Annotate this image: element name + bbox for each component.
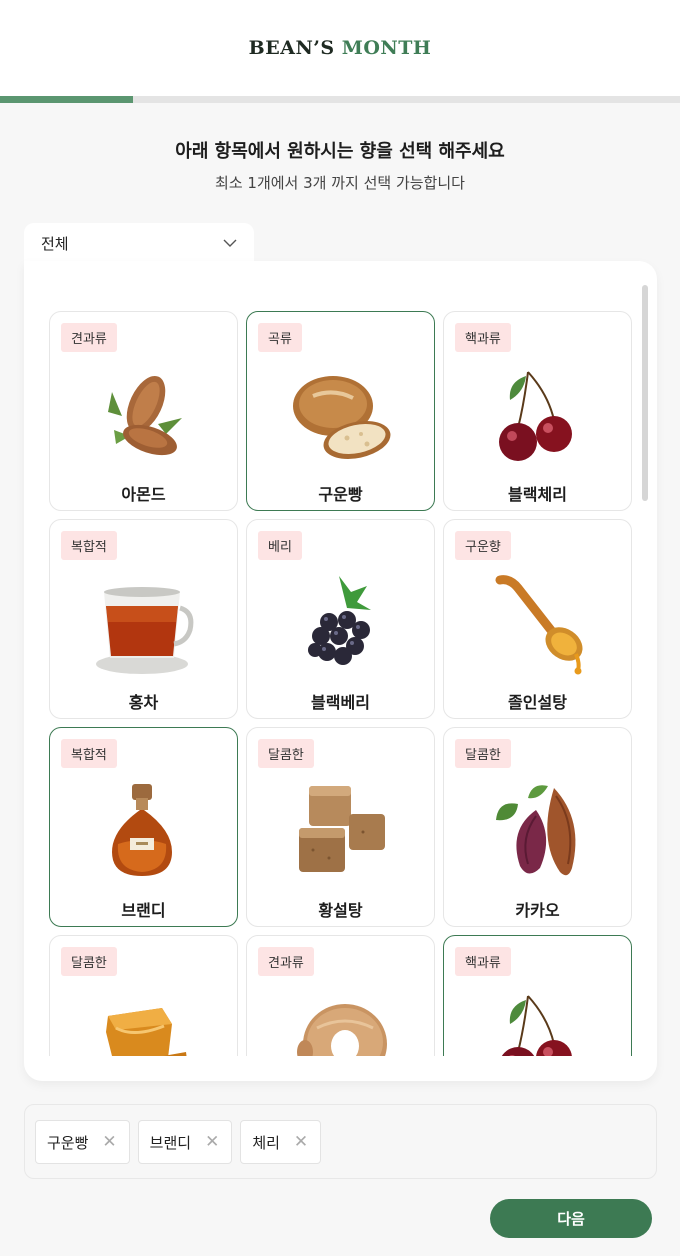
aroma-card[interactable]: 곡류구운빵 (246, 311, 435, 511)
brandy-icon (94, 780, 194, 884)
aroma-card-name: 브랜디 (121, 901, 166, 920)
remove-chip-icon[interactable]: ✕ (205, 1133, 219, 1151)
aroma-card-name: 블랙베리 (311, 693, 370, 712)
aroma-card[interactable]: 핵과류블랙체리 (443, 311, 632, 511)
category-filter-value: 전체 (41, 235, 69, 253)
logo-text-primary: BEAN’S (248, 37, 335, 59)
cherry-icon (488, 988, 588, 1056)
aroma-card-panel: 견과류 아몬드 곡류 구운빵 핵과류 블랙체리 복합적 홍차 베리 블랙베리 구운향 졸인설탕 복합적 브… (24, 261, 657, 1081)
aroma-card[interactable]: 달콤한황설탕 (246, 727, 435, 927)
cacao-icon (488, 780, 588, 884)
selected-aroma-label: 체리 (252, 1133, 280, 1152)
blackberry-icon (291, 572, 391, 676)
aroma-card-name: 아몬드 (121, 485, 166, 504)
aroma-card-name: 구운빵 (318, 485, 363, 504)
cherry-icon (488, 364, 588, 468)
aroma-category-tag: 구운향 (455, 531, 511, 560)
aroma-card-name: 졸인설탕 (508, 693, 567, 712)
remove-chip-icon[interactable]: ✕ (102, 1133, 116, 1151)
remove-chip-icon[interactable]: ✕ (294, 1133, 308, 1151)
brand-logo[interactable]: BEAN’S MONTH (249, 37, 432, 59)
brown-sugar-icon (291, 780, 391, 884)
selected-aroma-label: 브랜디 (149, 1133, 192, 1152)
aroma-category-tag: 복합적 (61, 739, 117, 768)
aroma-card[interactable]: 견과류베이글 (246, 935, 435, 1056)
panel-scrollbar[interactable] (642, 285, 648, 501)
aroma-card-name: 카카오 (515, 901, 560, 920)
logo-text-accent: MONTH (341, 37, 432, 59)
aroma-card-name: 블랙체리 (508, 485, 567, 504)
bagel-icon (291, 988, 391, 1056)
chevron-down-icon (223, 239, 237, 247)
aroma-card[interactable]: 베리블랙베리 (246, 519, 435, 719)
aroma-card[interactable]: 핵과류체리 (443, 935, 632, 1056)
bread-icon (291, 364, 391, 468)
aroma-category-tag: 달콤한 (258, 739, 314, 768)
aroma-card[interactable]: 복합적브랜디 (49, 727, 238, 927)
aroma-category-tag: 견과류 (61, 323, 117, 352)
aroma-category-tag: 복합적 (61, 531, 117, 560)
tea-icon (94, 572, 194, 676)
step-progress-bar (0, 96, 680, 103)
selected-aroma-label: 구운빵 (47, 1133, 89, 1152)
aroma-card[interactable]: 견과류아몬드 (49, 311, 238, 511)
aroma-card-grid: 견과류 아몬드 곡류 구운빵 핵과류 블랙체리 복합적 홍차 베리 블랙베리 구운향 졸인설탕 복합적 브… (49, 311, 632, 1056)
almond-icon (94, 364, 194, 468)
caramel-icon (94, 988, 194, 1056)
aroma-category-tag: 핵과류 (455, 947, 511, 976)
selected-aroma-list: 구운빵 ✕ 브랜디 ✕ 체리 ✕ (24, 1104, 657, 1179)
page-title: 아래 항목에서 원하시는 향을 선택 해주세요 (175, 141, 505, 162)
aroma-card-name: 홍차 (128, 693, 159, 712)
aroma-category-tag: 핵과류 (455, 323, 511, 352)
selected-aroma-chip: 체리 ✕ (240, 1120, 322, 1164)
aroma-category-tag: 견과류 (258, 947, 314, 976)
app-header: BEAN’S MONTH (0, 0, 680, 96)
aroma-card-scroll-area[interactable]: 견과류 아몬드 곡류 구운빵 핵과류 블랙체리 복합적 홍차 베리 블랙베리 구운향 졸인설탕 복합적 브… (24, 261, 657, 1056)
aroma-category-tag: 달콤한 (61, 947, 117, 976)
aroma-card[interactable]: 구운향졸인설탕 (443, 519, 632, 719)
aroma-category-tag: 곡류 (258, 323, 302, 352)
aroma-card[interactable]: 복합적홍차 (49, 519, 238, 719)
selected-aroma-chip: 구운빵 ✕ (35, 1120, 130, 1164)
honey-spoon-icon (488, 572, 588, 676)
selected-aroma-chip: 브랜디 ✕ (137, 1120, 233, 1164)
next-button[interactable]: 다음 (490, 1199, 652, 1238)
aroma-card[interactable]: 달콤한카카오 (443, 727, 632, 927)
aroma-card-name: 황설탕 (318, 901, 363, 920)
step-progress-fill (0, 96, 134, 103)
aroma-card[interactable]: 달콤한캐러멜 (49, 935, 238, 1056)
aroma-category-tag: 달콤한 (455, 739, 511, 768)
aroma-category-tag: 베리 (258, 531, 302, 560)
page-subtitle: 최소 1개에서 3개 까지 선택 가능합니다 (215, 174, 465, 192)
